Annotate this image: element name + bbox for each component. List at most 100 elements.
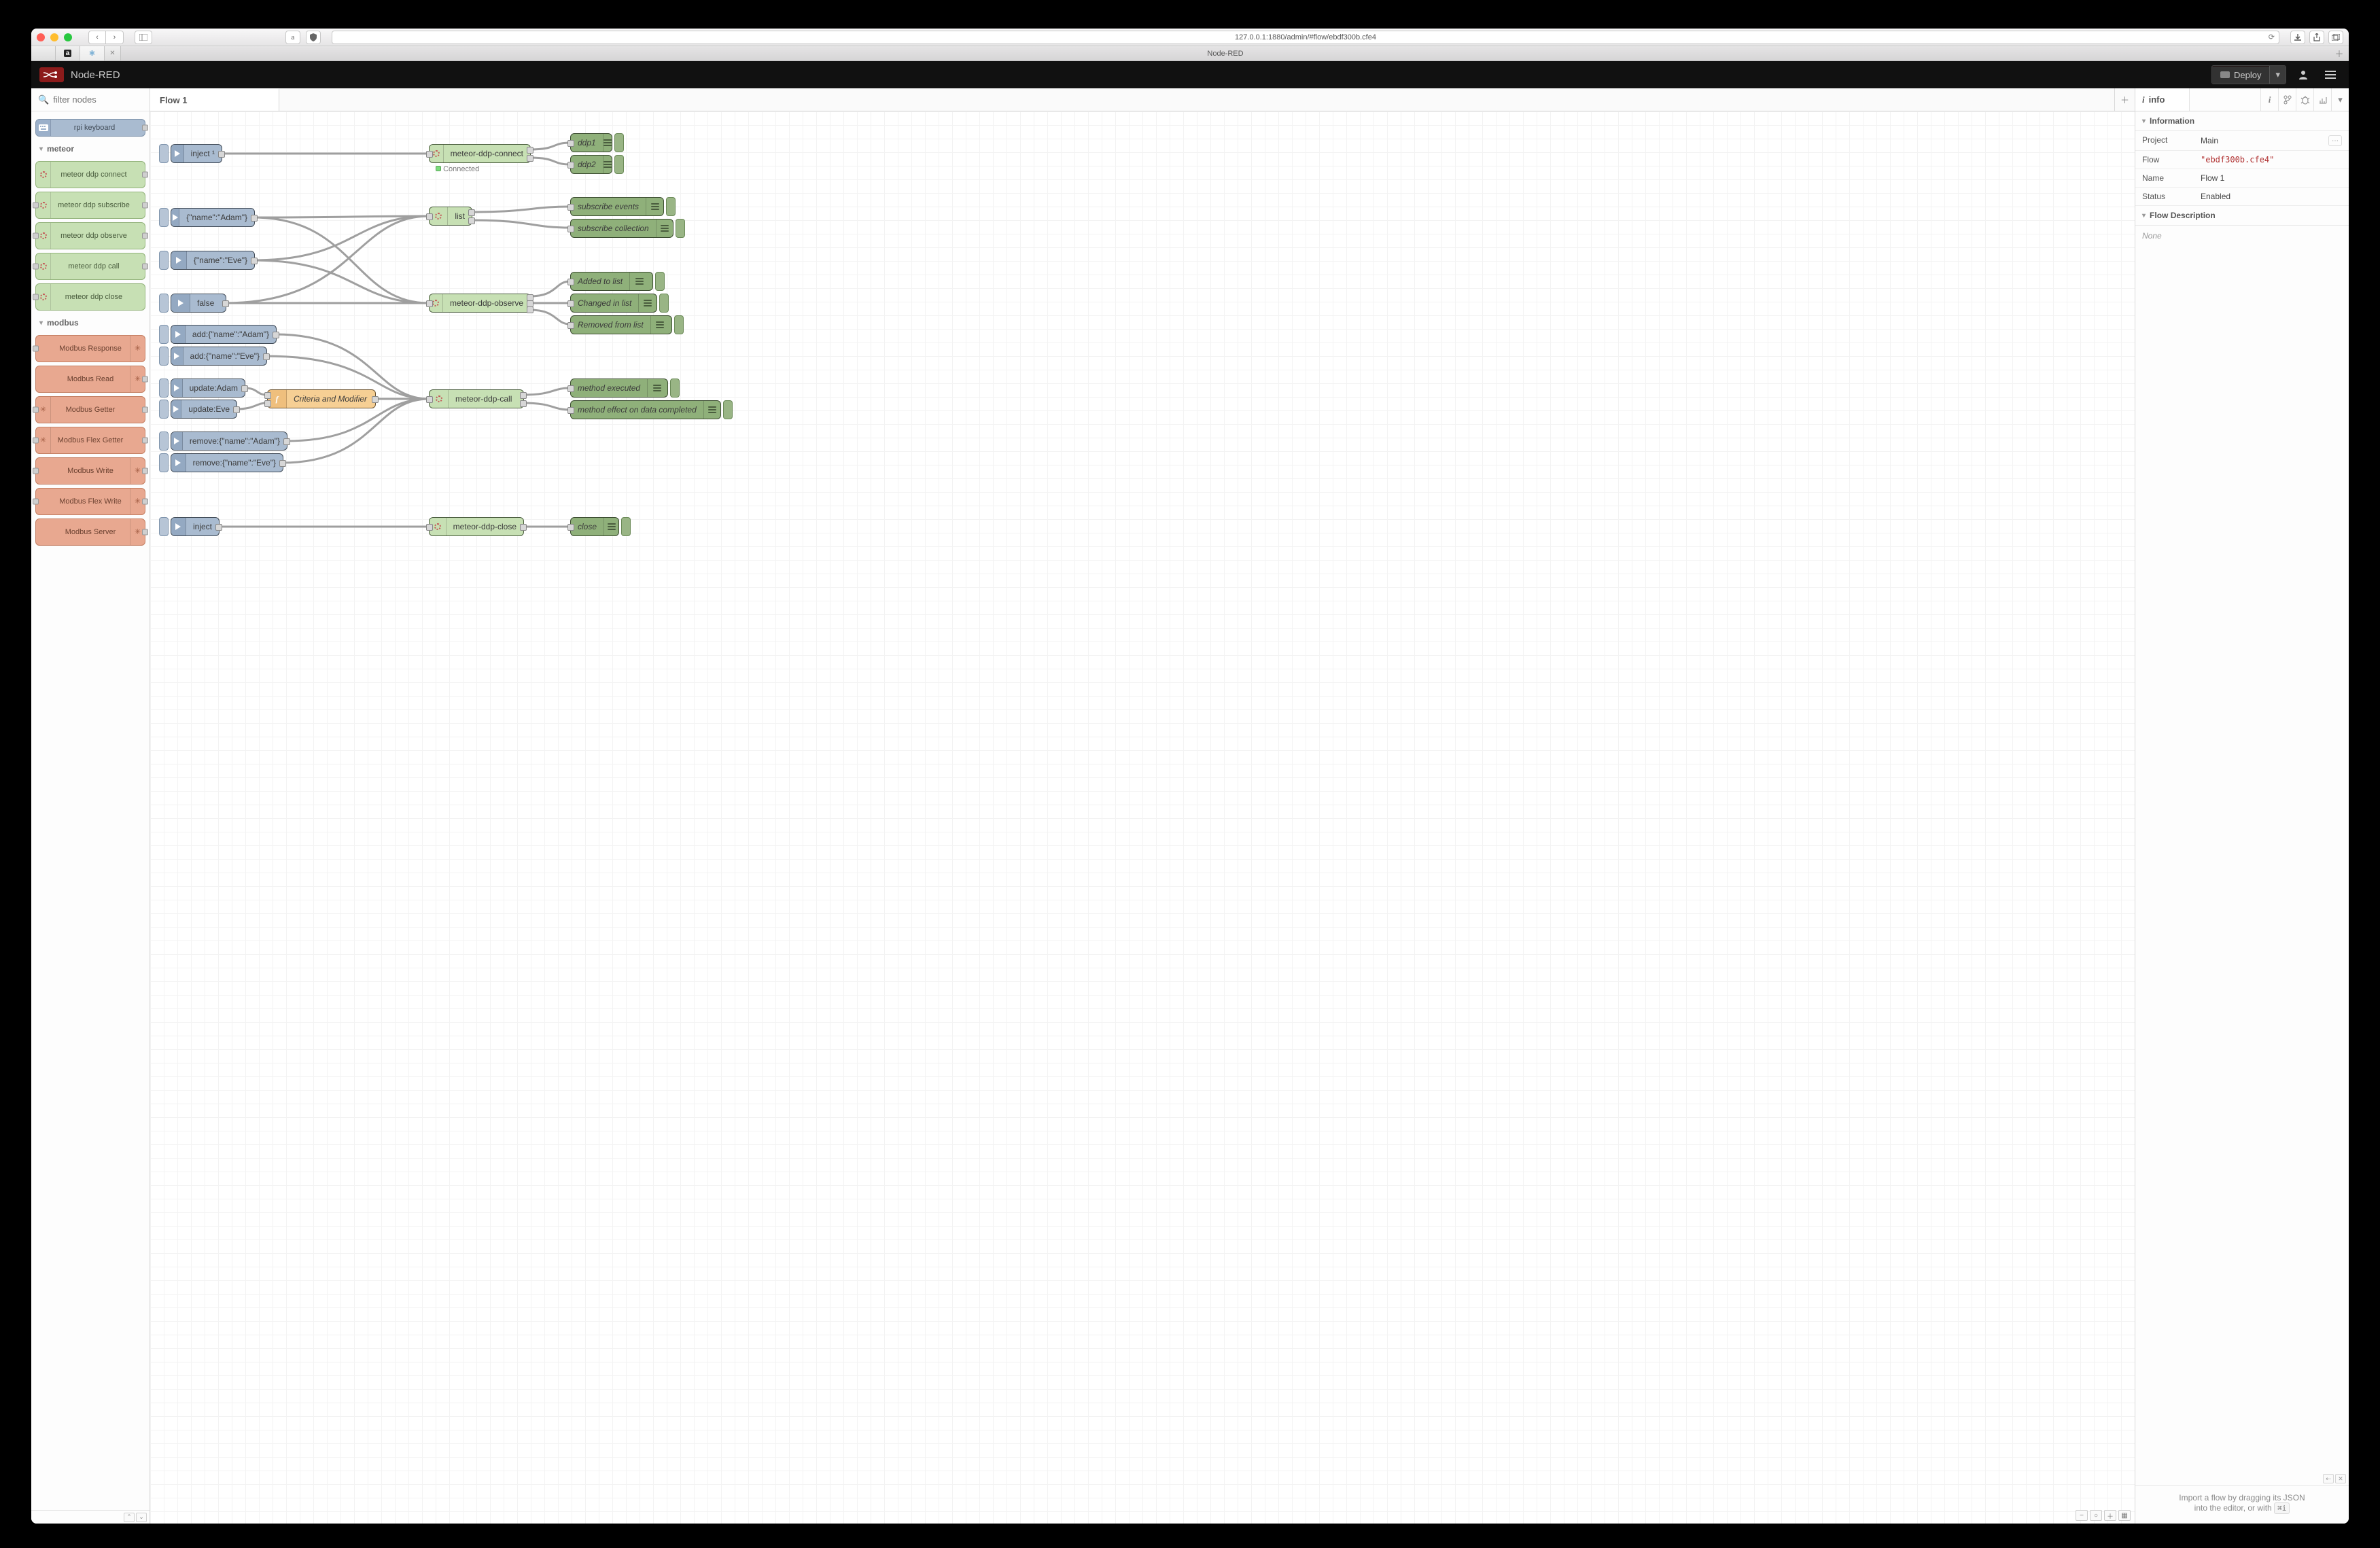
- debug-toggle[interactable]: [666, 197, 676, 216]
- zoom-window-button[interactable]: [64, 33, 72, 41]
- node-function-criteria[interactable]: fCriteria and Modifier: [267, 389, 376, 408]
- debug-toggle[interactable]: [621, 517, 631, 536]
- project-more-button[interactable]: ⋯: [2328, 135, 2342, 146]
- downloads-button[interactable]: [2290, 31, 2305, 44]
- palette-category-meteor[interactable]: ▾meteor: [35, 140, 145, 158]
- node-inject-adam[interactable]: {"name":"Adam"}: [171, 208, 255, 227]
- debug-toggle[interactable]: [674, 315, 684, 334]
- palette-node-modbus-write[interactable]: Modbus Write✳: [35, 457, 145, 485]
- node-inject-eve[interactable]: {"name":"Eve"}: [171, 251, 255, 270]
- sidebar-toggle-button[interactable]: [135, 31, 152, 44]
- node-inject-false[interactable]: false: [171, 294, 226, 313]
- node-debug-added[interactable]: Added to list: [570, 272, 653, 291]
- node-debug-sub-events[interactable]: subscribe events: [570, 197, 664, 216]
- close-tab-button[interactable]: ✕: [105, 46, 121, 60]
- hint-close-button[interactable]: ✕: [2335, 1474, 2346, 1483]
- node-debug-sub-coll[interactable]: subscribe collection: [570, 219, 673, 238]
- palette-node-modbus-response[interactable]: Modbus Response✳: [35, 335, 145, 362]
- canvas[interactable]: inject ¹ meteor-ddp-connect Connected dd…: [150, 111, 2135, 1524]
- inject-button[interactable]: [159, 347, 169, 366]
- node-inject-2[interactable]: inject: [171, 517, 220, 536]
- reload-icon[interactable]: ⟳: [2269, 33, 2275, 41]
- user-button[interactable]: [2293, 65, 2313, 85]
- palette-node-modbus-getter[interactable]: ✳Modbus Getter: [35, 396, 145, 423]
- zoom-reset-button[interactable]: ○: [2090, 1510, 2102, 1521]
- palette-node-modbus-read[interactable]: Modbus Read✳: [35, 366, 145, 393]
- palette-node-meteor-connect[interactable]: meteor ddp connect: [35, 161, 145, 188]
- minimize-window-button[interactable]: [50, 33, 58, 41]
- node-debug-effect[interactable]: method effect on data completed: [570, 400, 721, 419]
- zoom-in-button[interactable]: ＋: [2104, 1510, 2116, 1521]
- deploy-menu-button[interactable]: ▾: [2269, 66, 2286, 84]
- close-window-button[interactable]: [37, 33, 45, 41]
- inject-button[interactable]: [159, 432, 169, 451]
- node-debug-changed[interactable]: Changed in list: [570, 294, 657, 313]
- inject-button[interactable]: [159, 144, 169, 163]
- palette-list[interactable]: rpi keyboard ▾meteor meteor ddp connect …: [31, 111, 150, 1510]
- node-inject-add-eve[interactable]: add:{"name":"Eve"}: [171, 347, 267, 366]
- node-call[interactable]: meteor-ddp-call: [429, 389, 524, 408]
- debug-toggle[interactable]: [655, 272, 665, 291]
- node-observe[interactable]: meteor-ddp-observe: [429, 294, 531, 313]
- node-debug-close[interactable]: close: [570, 517, 619, 536]
- tabs-button[interactable]: [2328, 31, 2343, 44]
- node-inject-rem-adam[interactable]: remove:{"name":"Adam"}: [171, 432, 287, 451]
- palette-node-modbus-flex-write[interactable]: Modbus Flex Write✳: [35, 488, 145, 515]
- shield-button[interactable]: [306, 31, 321, 44]
- sidebar-tab-debug[interactable]: [2296, 88, 2313, 111]
- palette-node-rpi-keyboard[interactable]: rpi keyboard: [35, 119, 145, 137]
- palette-node-meteor-subscribe[interactable]: meteor ddp subscribe: [35, 192, 145, 219]
- sidebar-tab-dashboard[interactable]: [2313, 88, 2331, 111]
- node-list[interactable]: list: [429, 207, 472, 226]
- sidebar-tab-menu[interactable]: ▾: [2331, 88, 2349, 111]
- share-button[interactable]: [2309, 31, 2324, 44]
- navigator-button[interactable]: ▦: [2118, 1510, 2131, 1521]
- debug-toggle[interactable]: [659, 294, 669, 313]
- inject-button[interactable]: [159, 379, 169, 398]
- reader-button[interactable]: a: [285, 31, 300, 44]
- node-debug-removed[interactable]: Removed from list: [570, 315, 672, 334]
- node-close[interactable]: meteor-ddp-close: [429, 517, 524, 536]
- debug-toggle[interactable]: [676, 219, 685, 238]
- zoom-out-button[interactable]: −: [2076, 1510, 2088, 1521]
- palette-node-meteor-close[interactable]: meteor ddp close: [35, 283, 145, 311]
- back-button[interactable]: ‹: [88, 31, 106, 44]
- palette-collapse-down-button[interactable]: ⌄: [136, 1513, 147, 1522]
- url-bar[interactable]: 127.0.0.1:1880/admin/#flow/ebdf300b.cfe4…: [332, 31, 2279, 44]
- pinned-tab-apple[interactable]: [31, 46, 56, 60]
- node-debug-ddp1[interactable]: ddp1: [570, 133, 612, 152]
- inject-button[interactable]: [159, 400, 169, 419]
- pinned-tab-nodered[interactable]: ✱: [80, 46, 105, 60]
- debug-toggle[interactable]: [614, 155, 624, 174]
- node-inject-1[interactable]: inject ¹: [171, 144, 222, 163]
- node-debug-exec[interactable]: method executed: [570, 379, 668, 398]
- add-flow-button[interactable]: ＋: [2114, 88, 2135, 111]
- new-tab-button[interactable]: ＋: [2330, 46, 2349, 60]
- pinned-tab-amazon[interactable]: a: [56, 46, 80, 60]
- hint-prev-button[interactable]: ⇠: [2323, 1474, 2334, 1483]
- inject-button[interactable]: [159, 517, 169, 536]
- forward-button[interactable]: ›: [106, 31, 124, 44]
- node-inject-add-adam[interactable]: add:{"name":"Adam"}: [171, 325, 277, 344]
- inject-button[interactable]: [159, 294, 169, 313]
- palette-node-modbus-server[interactable]: Modbus Server✳: [35, 518, 145, 546]
- palette-collapse-up-button[interactable]: ⌃: [124, 1513, 135, 1522]
- palette-node-meteor-observe[interactable]: meteor ddp observe: [35, 222, 145, 249]
- info-section-header[interactable]: ▾Information: [2135, 111, 2349, 131]
- node-inject-upd-eve[interactable]: update:Eve: [171, 400, 237, 419]
- debug-toggle[interactable]: [723, 400, 733, 419]
- inject-button[interactable]: [159, 325, 169, 344]
- palette-category-modbus[interactable]: ▾modbus: [35, 314, 145, 332]
- palette-node-meteor-call[interactable]: meteor ddp call: [35, 253, 145, 280]
- sidebar-tab-info-icon[interactable]: i: [2260, 88, 2278, 111]
- main-menu-button[interactable]: [2320, 65, 2341, 85]
- node-meteor-connect[interactable]: meteor-ddp-connect: [429, 144, 531, 163]
- node-inject-upd-adam[interactable]: update:Adam: [171, 379, 245, 398]
- debug-toggle[interactable]: [670, 379, 680, 398]
- inject-button[interactable]: [159, 208, 169, 227]
- deploy-button[interactable]: Deploy: [2212, 67, 2269, 84]
- palette-node-modbus-flex-getter[interactable]: ✳Modbus Flex Getter: [35, 427, 145, 454]
- inject-button[interactable]: [159, 453, 169, 472]
- flow-tab[interactable]: Flow 1: [150, 88, 279, 111]
- desc-section-header[interactable]: ▾Flow Description: [2135, 206, 2349, 226]
